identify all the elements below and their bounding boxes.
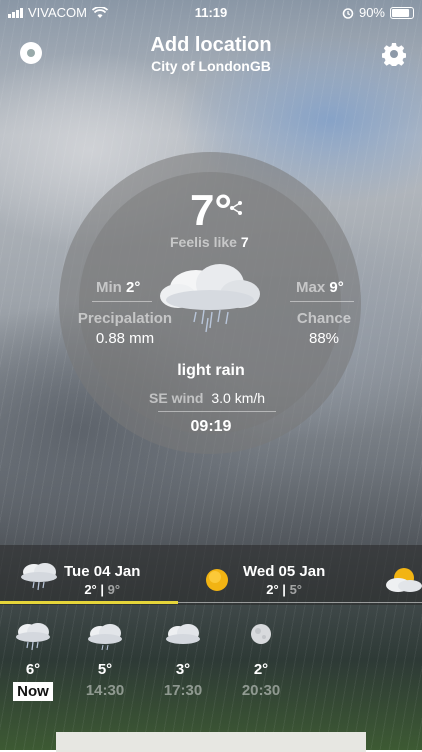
max-temperature: Max 9°: [296, 279, 344, 296]
battery-percent: 90%: [358, 5, 385, 20]
min-temperature: Min 2°: [96, 279, 141, 296]
sun-cloud-icon: [386, 568, 422, 592]
now-label: Now: [13, 682, 53, 701]
min-divider: [92, 301, 152, 302]
bottom-banner[interactable]: [56, 732, 366, 752]
day-forecast-wed[interactable]: Wed 05 Jan 2° | 5°: [243, 563, 325, 597]
observation-time: 09:19: [190, 418, 232, 435]
wind-divider: [158, 411, 276, 412]
alarm-icon: [342, 7, 354, 19]
battery-icon: [390, 6, 414, 19]
hour-forecast-1730[interactable]: 3° 17:30: [153, 620, 213, 699]
day-forecast-tue[interactable]: Tue 04 Jan 2° | 9°: [64, 563, 140, 597]
day-divider: [178, 602, 422, 603]
current-temperature: 7°: [189, 186, 233, 235]
hour-forecast-1430[interactable]: 5° 14:30: [75, 620, 135, 699]
max-divider: [290, 301, 354, 302]
location-name: City of LondonGB: [151, 58, 271, 74]
selected-day-indicator: [0, 601, 178, 604]
weather-condition: light rain: [177, 362, 245, 379]
moon-icon: [251, 624, 271, 644]
hour-forecast-2030[interactable]: 2° 20:30: [231, 620, 291, 699]
precipitation-chance: Chance 88%: [296, 310, 352, 347]
feels-like: Feelis like 7: [170, 234, 249, 250]
status-bar: VIVACOM 11:19 90%: [0, 0, 422, 24]
cloud-icon: [166, 624, 200, 644]
cloud-icon: [88, 624, 122, 651]
precipitation: Precipalation 0.88 mm: [77, 310, 173, 347]
header: Add location City of LondonGB: [0, 34, 422, 74]
rain-cloud-icon: [16, 623, 50, 651]
share-icon[interactable]: [228, 200, 244, 216]
sun-icon: [206, 569, 228, 591]
rain-cloud-icon: [21, 563, 57, 591]
gear-icon[interactable]: [382, 42, 406, 66]
wind-info: SE wind 3.0 km/h: [149, 390, 266, 406]
add-location-button[interactable]: Add location: [0, 34, 422, 57]
hour-forecast-now[interactable]: 6° Now: [3, 620, 63, 701]
